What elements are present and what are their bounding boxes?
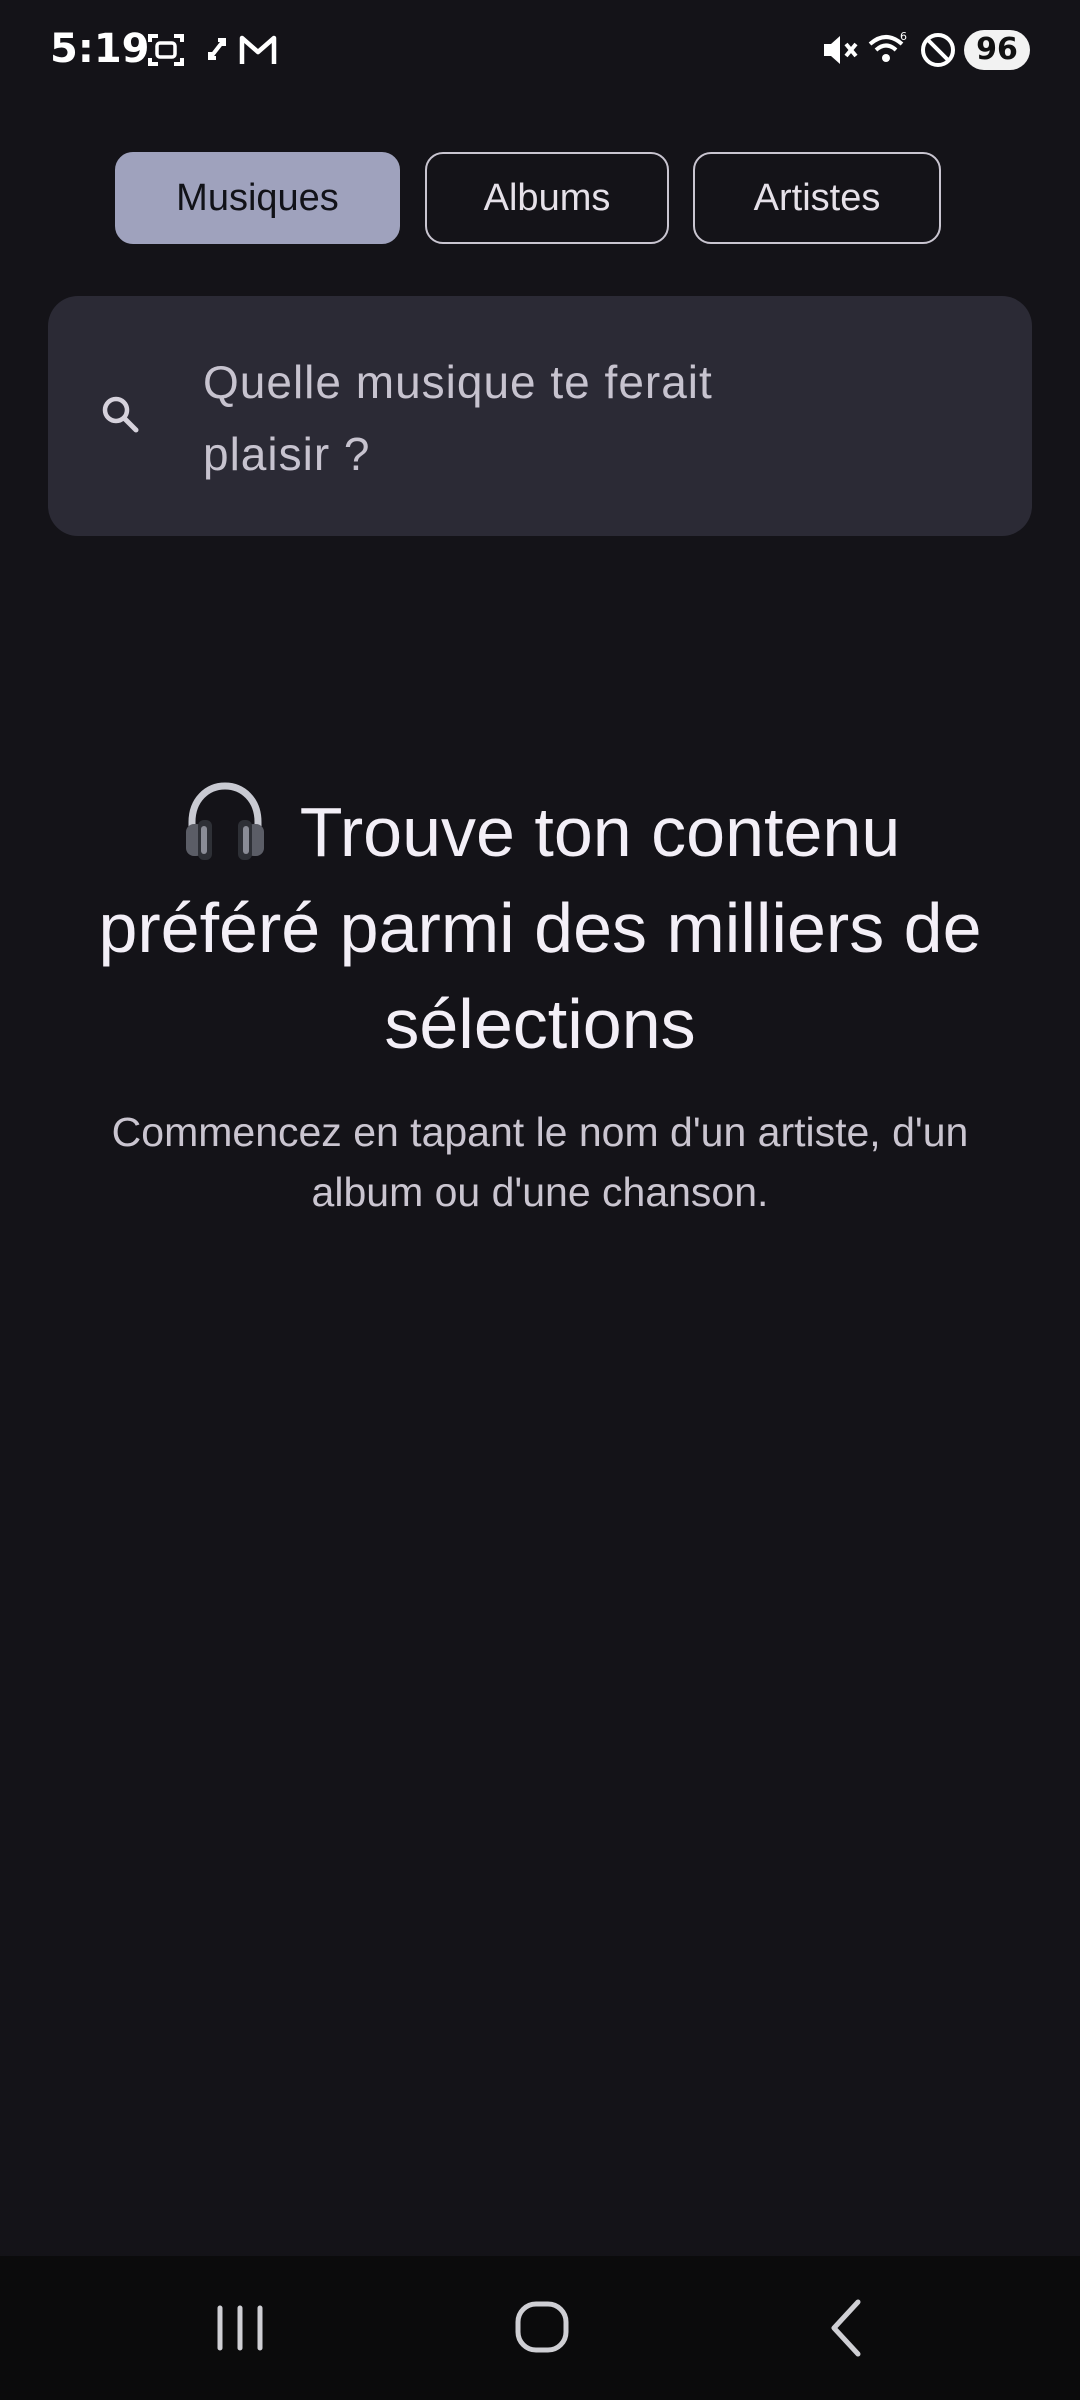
tab-albums[interactable]: Albums [425,152,669,244]
mute-icon [824,36,858,64]
navigation-bar [0,2256,1080,2400]
empty-state-title: Trouve ton contenu préféré parmi des mil… [90,776,990,1072]
sync-icon [208,38,226,60]
gmail-icon [239,35,277,64]
tab-artistes[interactable]: Artistes [693,152,941,244]
empty-state: Trouve ton contenu préféré parmi des mil… [90,776,990,1222]
headphones-icon [185,782,264,860]
search-icon [102,396,139,433]
screen: 5:19 6 96 Musiques Albums Artistes Quell… [0,0,1080,2400]
status-time: 5:19 [50,26,150,72]
home-icon[interactable] [502,2292,582,2364]
svg-text:6: 6 [900,30,907,43]
do-not-disturb-icon [921,33,955,67]
empty-state-subtitle: Commencez en tapant le nom d'un artiste,… [111,1109,969,1215]
recent-apps-icon[interactable] [200,2292,280,2364]
search-bar[interactable]: Quelle musique te ferait plaisir ? [48,296,1032,536]
tab-musiques[interactable]: Musiques [115,152,400,244]
screenshot-icon [148,34,184,66]
back-icon[interactable] [806,2292,886,2364]
status-bar: 5:19 6 96 [0,0,1080,100]
wifi-icon: 6 [868,30,907,62]
battery-indicator: 96 [964,30,1030,70]
search-input[interactable]: Quelle musique te ferait plaisir ? [203,346,823,490]
